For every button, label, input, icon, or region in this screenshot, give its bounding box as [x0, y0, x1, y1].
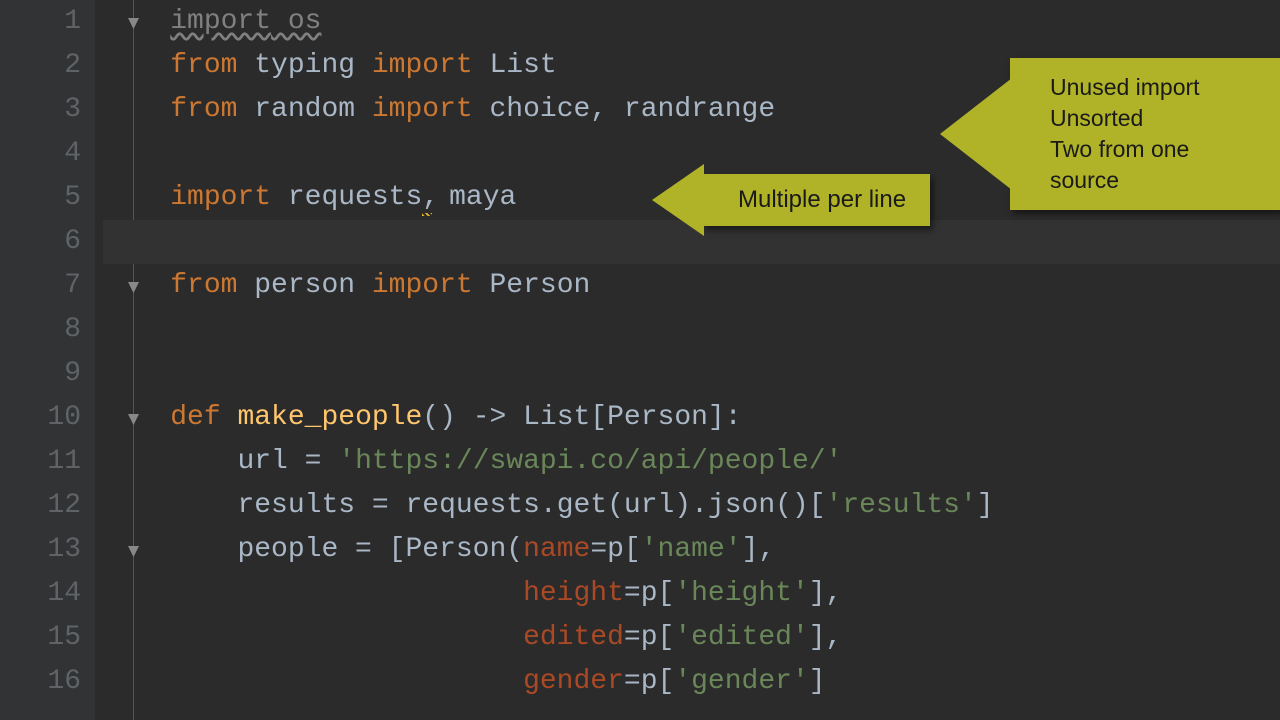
end-punct: ] [809, 660, 826, 704]
module-typing: typing [237, 44, 371, 88]
string-literal: 'gender' [674, 660, 808, 704]
import-names: choice, randrange [473, 88, 775, 132]
keyword-import: import [170, 0, 271, 44]
end-punct: ], [809, 616, 843, 660]
keyword-def: def [170, 396, 220, 440]
gutter: 1 2 3 4 5 6 7 8 9 10 11 12 13 14 15 16 [0, 0, 95, 720]
module-requests: requests [271, 176, 422, 220]
indent [103, 484, 170, 528]
module-random: random [237, 88, 371, 132]
callout-import-issues: Unused import Unsorted Two from one sour… [1010, 58, 1280, 210]
eq-bracket: =p[ [624, 572, 674, 616]
keyword-import: import [170, 176, 271, 220]
callout-line-1: Unused import [1050, 72, 1252, 103]
keyword-import: import [372, 88, 473, 132]
line-number: 2 [0, 44, 81, 88]
string-literal: 'name' [641, 528, 742, 572]
string-literal: 'https://swapi.co/api/people/' [338, 440, 842, 484]
indent [103, 660, 456, 704]
import-list: List [473, 44, 557, 88]
code-line-16[interactable]: gender=p['gender'] [103, 660, 1280, 704]
assignment: url = [237, 440, 338, 484]
indent [103, 572, 456, 616]
keyword-import: import [372, 44, 473, 88]
line-number: 5 [0, 176, 81, 220]
line-number: 1 [0, 0, 81, 44]
code-line-8[interactable] [103, 308, 1280, 352]
line-number: 9 [0, 352, 81, 396]
keyword-argument: height [523, 572, 624, 616]
line-number: 11 [0, 440, 81, 484]
code-line-14[interactable]: height=p['height'], [103, 572, 1280, 616]
code-line-1[interactable]: import os [103, 0, 1280, 44]
line-number: 12 [0, 484, 81, 528]
module-maya: maya [432, 176, 516, 220]
code-text: people = [Person( [237, 528, 523, 572]
eq-bracket: =p[ [590, 528, 640, 572]
string-literal: 'edited' [674, 616, 808, 660]
callout-line-2: Unsorted [1050, 103, 1252, 134]
line-number: 16 [0, 660, 81, 704]
warning-squiggle-icon: , [422, 176, 432, 220]
indent [103, 616, 456, 660]
code-line-11[interactable]: url = 'https://swapi.co/api/people/' [103, 440, 1280, 484]
eq-bracket: =p[ [624, 660, 674, 704]
string-literal: 'height' [674, 572, 808, 616]
keyword-argument: name [523, 528, 590, 572]
code-line-7[interactable]: from person import Person [103, 264, 1280, 308]
end-punct: ], [809, 572, 843, 616]
code-line-9[interactable] [103, 352, 1280, 396]
function-signature: () -> List[Person]: [422, 396, 741, 440]
line-number: 10 [0, 396, 81, 440]
keyword-from: from [170, 88, 237, 132]
keyword-argument: edited [523, 616, 624, 660]
line-number: 8 [0, 308, 81, 352]
module-person: person [237, 264, 371, 308]
line-number: 7 [0, 264, 81, 308]
line-number: 14 [0, 572, 81, 616]
indent [103, 440, 170, 484]
code-text: results = requests.get(url).json()[ [237, 484, 825, 528]
end-punct: ], [742, 528, 776, 572]
bracket-close: ] [977, 484, 994, 528]
code-line-12[interactable]: results = requests.get(url).json()['resu… [103, 484, 1280, 528]
line-number: 4 [0, 132, 81, 176]
line-number: 3 [0, 88, 81, 132]
eq-bracket: =p[ [624, 616, 674, 660]
callout-multiple-per-line: Multiple per line [702, 174, 930, 226]
callout-text: Multiple per line [738, 186, 906, 213]
arrow-left-icon [940, 78, 1012, 190]
code-line-13[interactable]: people = [Person(name=p['name'], [103, 528, 1280, 572]
keyword-from: from [170, 264, 237, 308]
arrow-left-icon [652, 164, 704, 236]
function-name: make_people [221, 396, 423, 440]
line-number: 15 [0, 616, 81, 660]
code-line-10[interactable]: def make_people() -> List[Person]: [103, 396, 1280, 440]
line-number: 6 [0, 220, 81, 264]
keyword-argument: gender [523, 660, 624, 704]
import-person: Person [473, 264, 591, 308]
code-line-15[interactable]: edited=p['edited'], [103, 616, 1280, 660]
string-literal: 'results' [826, 484, 977, 528]
callout-line-3: Two from one source [1050, 134, 1252, 196]
keyword-from: from [170, 44, 237, 88]
keyword-import: import [372, 264, 473, 308]
module-os: os [271, 0, 321, 44]
line-number: 13 [0, 528, 81, 572]
